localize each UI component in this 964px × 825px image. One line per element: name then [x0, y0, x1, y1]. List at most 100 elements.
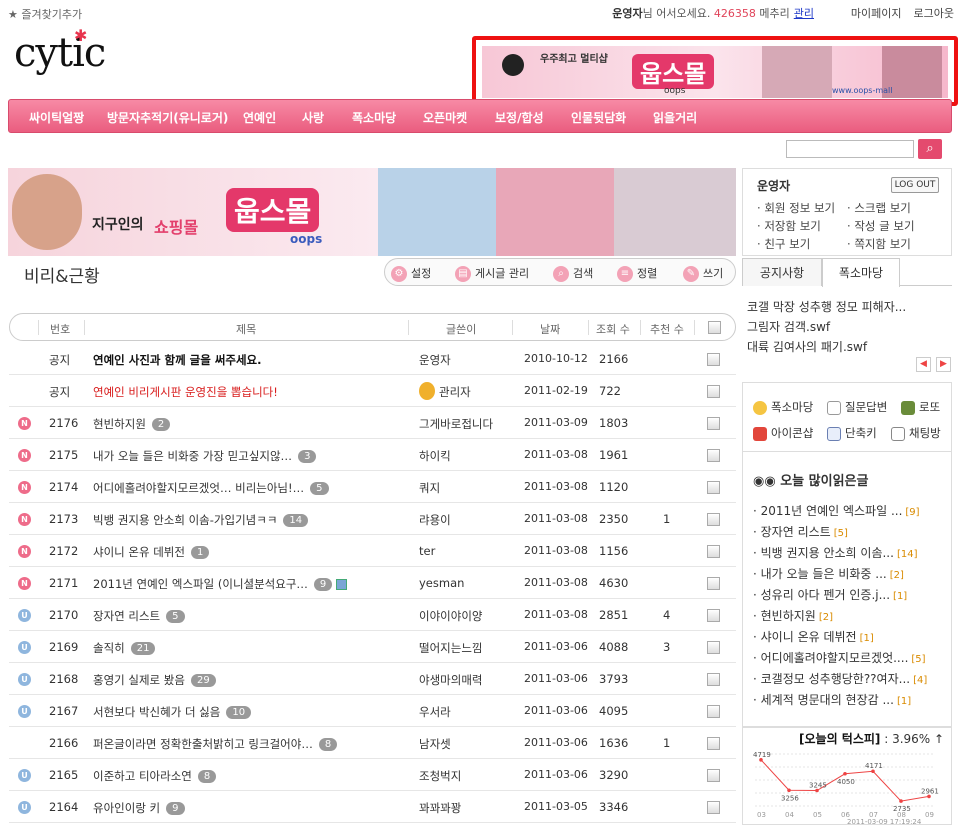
quick-humor[interactable]: 폭소마당 — [753, 399, 813, 415]
post-title-link[interactable]: 솔직히 21 — [93, 640, 156, 656]
popular-item[interactable]: · 샤이니 온유 데뷔전 [1] — [753, 628, 874, 645]
next-arrow-icon[interactable]: ▶ — [936, 357, 951, 372]
post-title-link[interactable]: 연예인 비리게시판 운영진을 뽑습니다! — [93, 384, 278, 400]
post-title-link[interactable]: 홍영기 실제로 봤음 29 — [93, 672, 216, 688]
post-title-link[interactable]: 샤이니 온유 데뷔전 1 — [93, 544, 210, 560]
post-author[interactable]: 꽈꽈꽈꽝 — [419, 800, 461, 816]
quick-iconshop[interactable]: 아이콘샵 — [753, 425, 813, 441]
post-title-link[interactable]: 이준하고 티아라소연 8 — [93, 768, 217, 784]
admin-link[interactable]: 관리 — [794, 7, 814, 20]
manage-posts-button[interactable]: ▤ 게시글 관리 — [455, 265, 529, 282]
nav-item[interactable]: 인물뒷담화 — [571, 109, 626, 126]
favorite-link[interactable]: ★ 즐겨찾기추가 — [8, 6, 82, 22]
table-row[interactable]: 공지 연예인 비리게시판 운영진을 뽑습니다! 관리자 2011-02-19 722 — [9, 375, 736, 407]
quick-qna[interactable]: 질문답변 — [827, 399, 887, 415]
post-title-link[interactable]: 유아인이랑 키9 — [93, 800, 185, 816]
post-author[interactable]: 조청벅지 — [419, 768, 461, 784]
post-author[interactable]: yesman — [419, 576, 464, 590]
popular-item[interactable]: · 2011년 연예인 엑스파일 ... [9] — [753, 502, 920, 519]
notice-item[interactable]: 대륙 김여사의 패기.swf — [747, 338, 867, 355]
post-title-link[interactable]: 연예인 사진과 함께 글을 써주세요. — [93, 352, 262, 368]
post-author[interactable]: 관리자 — [439, 384, 471, 400]
friends-link[interactable]: · 친구 보기 — [757, 236, 810, 252]
site-logo[interactable]: cytic ✱ — [14, 26, 106, 76]
row-checkbox[interactable] — [707, 673, 720, 686]
tab-notices[interactable]: 공지사항 — [742, 258, 822, 286]
table-row[interactable]: U 2169 솔직히 21 떨어지는느낌 2011-03-06 4088 3 — [9, 631, 736, 663]
row-checkbox[interactable] — [707, 385, 720, 398]
post-author[interactable]: 하이킥 — [419, 448, 451, 464]
post-author[interactable]: 우서라 — [419, 704, 451, 720]
notice-item[interactable]: 코갤 막장 성추행 정모 피해자... — [747, 298, 906, 315]
top-ad-banner[interactable]: 우주최고 멀티샵 웁스몰 oops www.oops-mall — [472, 36, 958, 106]
row-checkbox[interactable] — [707, 801, 720, 814]
row-checkbox[interactable] — [707, 769, 720, 782]
table-row[interactable]: N 2173 빅뱅 권지용 안소희 이솜-가입기념ㅋㅋ 14 랴용이 2011-03-08… — [9, 503, 736, 535]
post-title-link[interactable]: 어디에홀려야할지모르겠엇… 비리는아님!… 5 — [93, 480, 329, 496]
storage-link[interactable]: · 저장함 보기 — [757, 218, 821, 234]
table-row[interactable]: 공지 연예인 사진과 함께 글을 써주세요. 운영자 2010-10-12 2166 — [9, 343, 736, 375]
post-author[interactable]: 그게바로접니다 — [419, 416, 493, 432]
table-row[interactable]: U 2164 유아인이랑 키 9 꽈꽈꽈꽝 2011-03-05 3346 — [9, 791, 736, 823]
popular-item[interactable]: · 성유리 아다 펜거 인증.j... [1] — [753, 586, 907, 603]
prev-arrow-icon[interactable]: ◀ — [916, 357, 931, 372]
post-author[interactable]: 운영자 — [419, 352, 451, 368]
row-checkbox[interactable] — [707, 609, 720, 622]
table-row[interactable]: N 2176 현빈하지원 2 그게바로접니다 2011-03-09 1803 — [9, 407, 736, 439]
popular-item[interactable]: · 코갤정모 성추행당한??여자... [4] — [753, 670, 927, 687]
table-row[interactable]: N 2175 내가 오늘 들은 비화중 가장 믿고싶지않… 3 하이킥 2011-03-0… — [9, 439, 736, 471]
nav-item[interactable]: 오픈마켓 — [423, 109, 467, 126]
post-title-link[interactable]: 현빈하지원 2 — [93, 416, 171, 432]
table-row[interactable]: N 2174 어디에홀려야할지모르겠엇… 비리는아님!… 5 쿼지 2011-03-08 1… — [9, 471, 736, 503]
post-author[interactable]: 이야이야이양 — [419, 608, 482, 624]
quick-chat[interactable]: 채팅방 — [891, 425, 941, 441]
row-checkbox[interactable] — [707, 545, 720, 558]
post-title-link[interactable]: 빅뱅 권지용 안소희 이솜-가입기념ㅋㅋ 14 — [93, 512, 309, 528]
post-title-link[interactable]: 서현보다 박신혜가 더 싫음 10 — [93, 704, 252, 720]
settings-button[interactable]: ⚙ 설정 — [391, 265, 431, 282]
search-button[interactable]: ⌕ — [918, 139, 942, 159]
row-checkbox[interactable] — [707, 577, 720, 590]
table-row[interactable]: 2166 퍼온글이라면 정확한출처밝히고 링크걸어야… 8 남자셋 2011-03-06… — [9, 727, 736, 759]
scrap-link[interactable]: · 스크랩 보기 — [847, 200, 911, 216]
logout-link[interactable]: 로그아웃 — [914, 7, 954, 20]
post-author[interactable]: 야생마의매력 — [419, 672, 482, 688]
row-checkbox[interactable] — [707, 705, 720, 718]
my-posts-link[interactable]: · 작성 글 보기 — [847, 218, 915, 234]
post-author[interactable]: 쿼지 — [419, 480, 440, 496]
logout-button[interactable]: LOG OUT — [891, 177, 939, 193]
sort-button[interactable]: ≡ 정렬 — [617, 265, 657, 282]
row-checkbox[interactable] — [707, 417, 720, 430]
member-info-link[interactable]: · 회원 정보 보기 — [757, 200, 835, 216]
search-board-button[interactable]: ⌕ 검색 — [553, 265, 593, 282]
popular-item[interactable]: · 내가 오늘 들은 비화중 ... [2] — [753, 565, 904, 582]
table-row[interactable]: N 2171 2011년 연예인 엑스파일 (이니셜분석요구… 9 yesman 2011… — [9, 567, 736, 599]
popular-item[interactable]: · 현빈하지원 [2] — [753, 607, 833, 624]
post-author[interactable]: 랴용이 — [419, 512, 451, 528]
nav-item[interactable]: 보정/합성 — [495, 109, 544, 126]
table-row[interactable]: U 2165 이준하고 티아라소연 8 조청벅지 2011-03-06 3290 — [9, 759, 736, 791]
row-checkbox[interactable] — [707, 481, 720, 494]
row-checkbox[interactable] — [707, 449, 720, 462]
nav-item[interactable]: 사랑 — [302, 109, 324, 126]
post-title-link[interactable]: 퍼온글이라면 정확한출처밝히고 링크걸어야… 8 — [93, 736, 338, 752]
write-button[interactable]: ✎ 쓰기 — [683, 265, 723, 282]
popular-item[interactable]: · 장자연 리스트 [5] — [753, 523, 848, 540]
notice-item[interactable]: 그림자 검객.swf — [747, 318, 830, 335]
table-row[interactable]: U 2170 장자연 리스트 5 이야이야이양 2011-03-08 2851 4 — [9, 599, 736, 631]
post-author[interactable]: ter — [419, 544, 435, 558]
messages-link[interactable]: · 쪽지함 보기 — [847, 236, 911, 252]
post-title-link[interactable]: 장자연 리스트 5 — [93, 608, 185, 624]
row-checkbox[interactable] — [707, 737, 720, 750]
table-row[interactable]: U 2167 서현보다 박신혜가 더 싫음 10 우서라 2011-03-06 4095 — [9, 695, 736, 727]
nav-item[interactable]: 연예인 — [243, 109, 276, 126]
popular-item[interactable]: · 어디에홀려야할지모르겠엇.... [5] — [753, 649, 926, 666]
quick-lotto[interactable]: 로또 — [901, 399, 940, 415]
post-author[interactable]: 떨어지는느낌 — [419, 640, 482, 656]
table-row[interactable]: U 2168 홍영기 실제로 봤음 29 야생마의매력 2011-03-06 3793 — [9, 663, 736, 695]
popular-item[interactable]: · 빅뱅 권지용 안소희 이솜... [14] — [753, 544, 917, 561]
main-banner[interactable]: 지구인의 쇼핑몰 웁스몰 oops — [8, 168, 736, 256]
post-title-link[interactable]: 내가 오늘 들은 비화중 가장 믿고싶지않… 3 — [93, 448, 317, 464]
row-checkbox[interactable] — [707, 353, 720, 366]
popular-item[interactable]: · 세계적 명문대의 현장감 ... [1] — [753, 691, 911, 708]
